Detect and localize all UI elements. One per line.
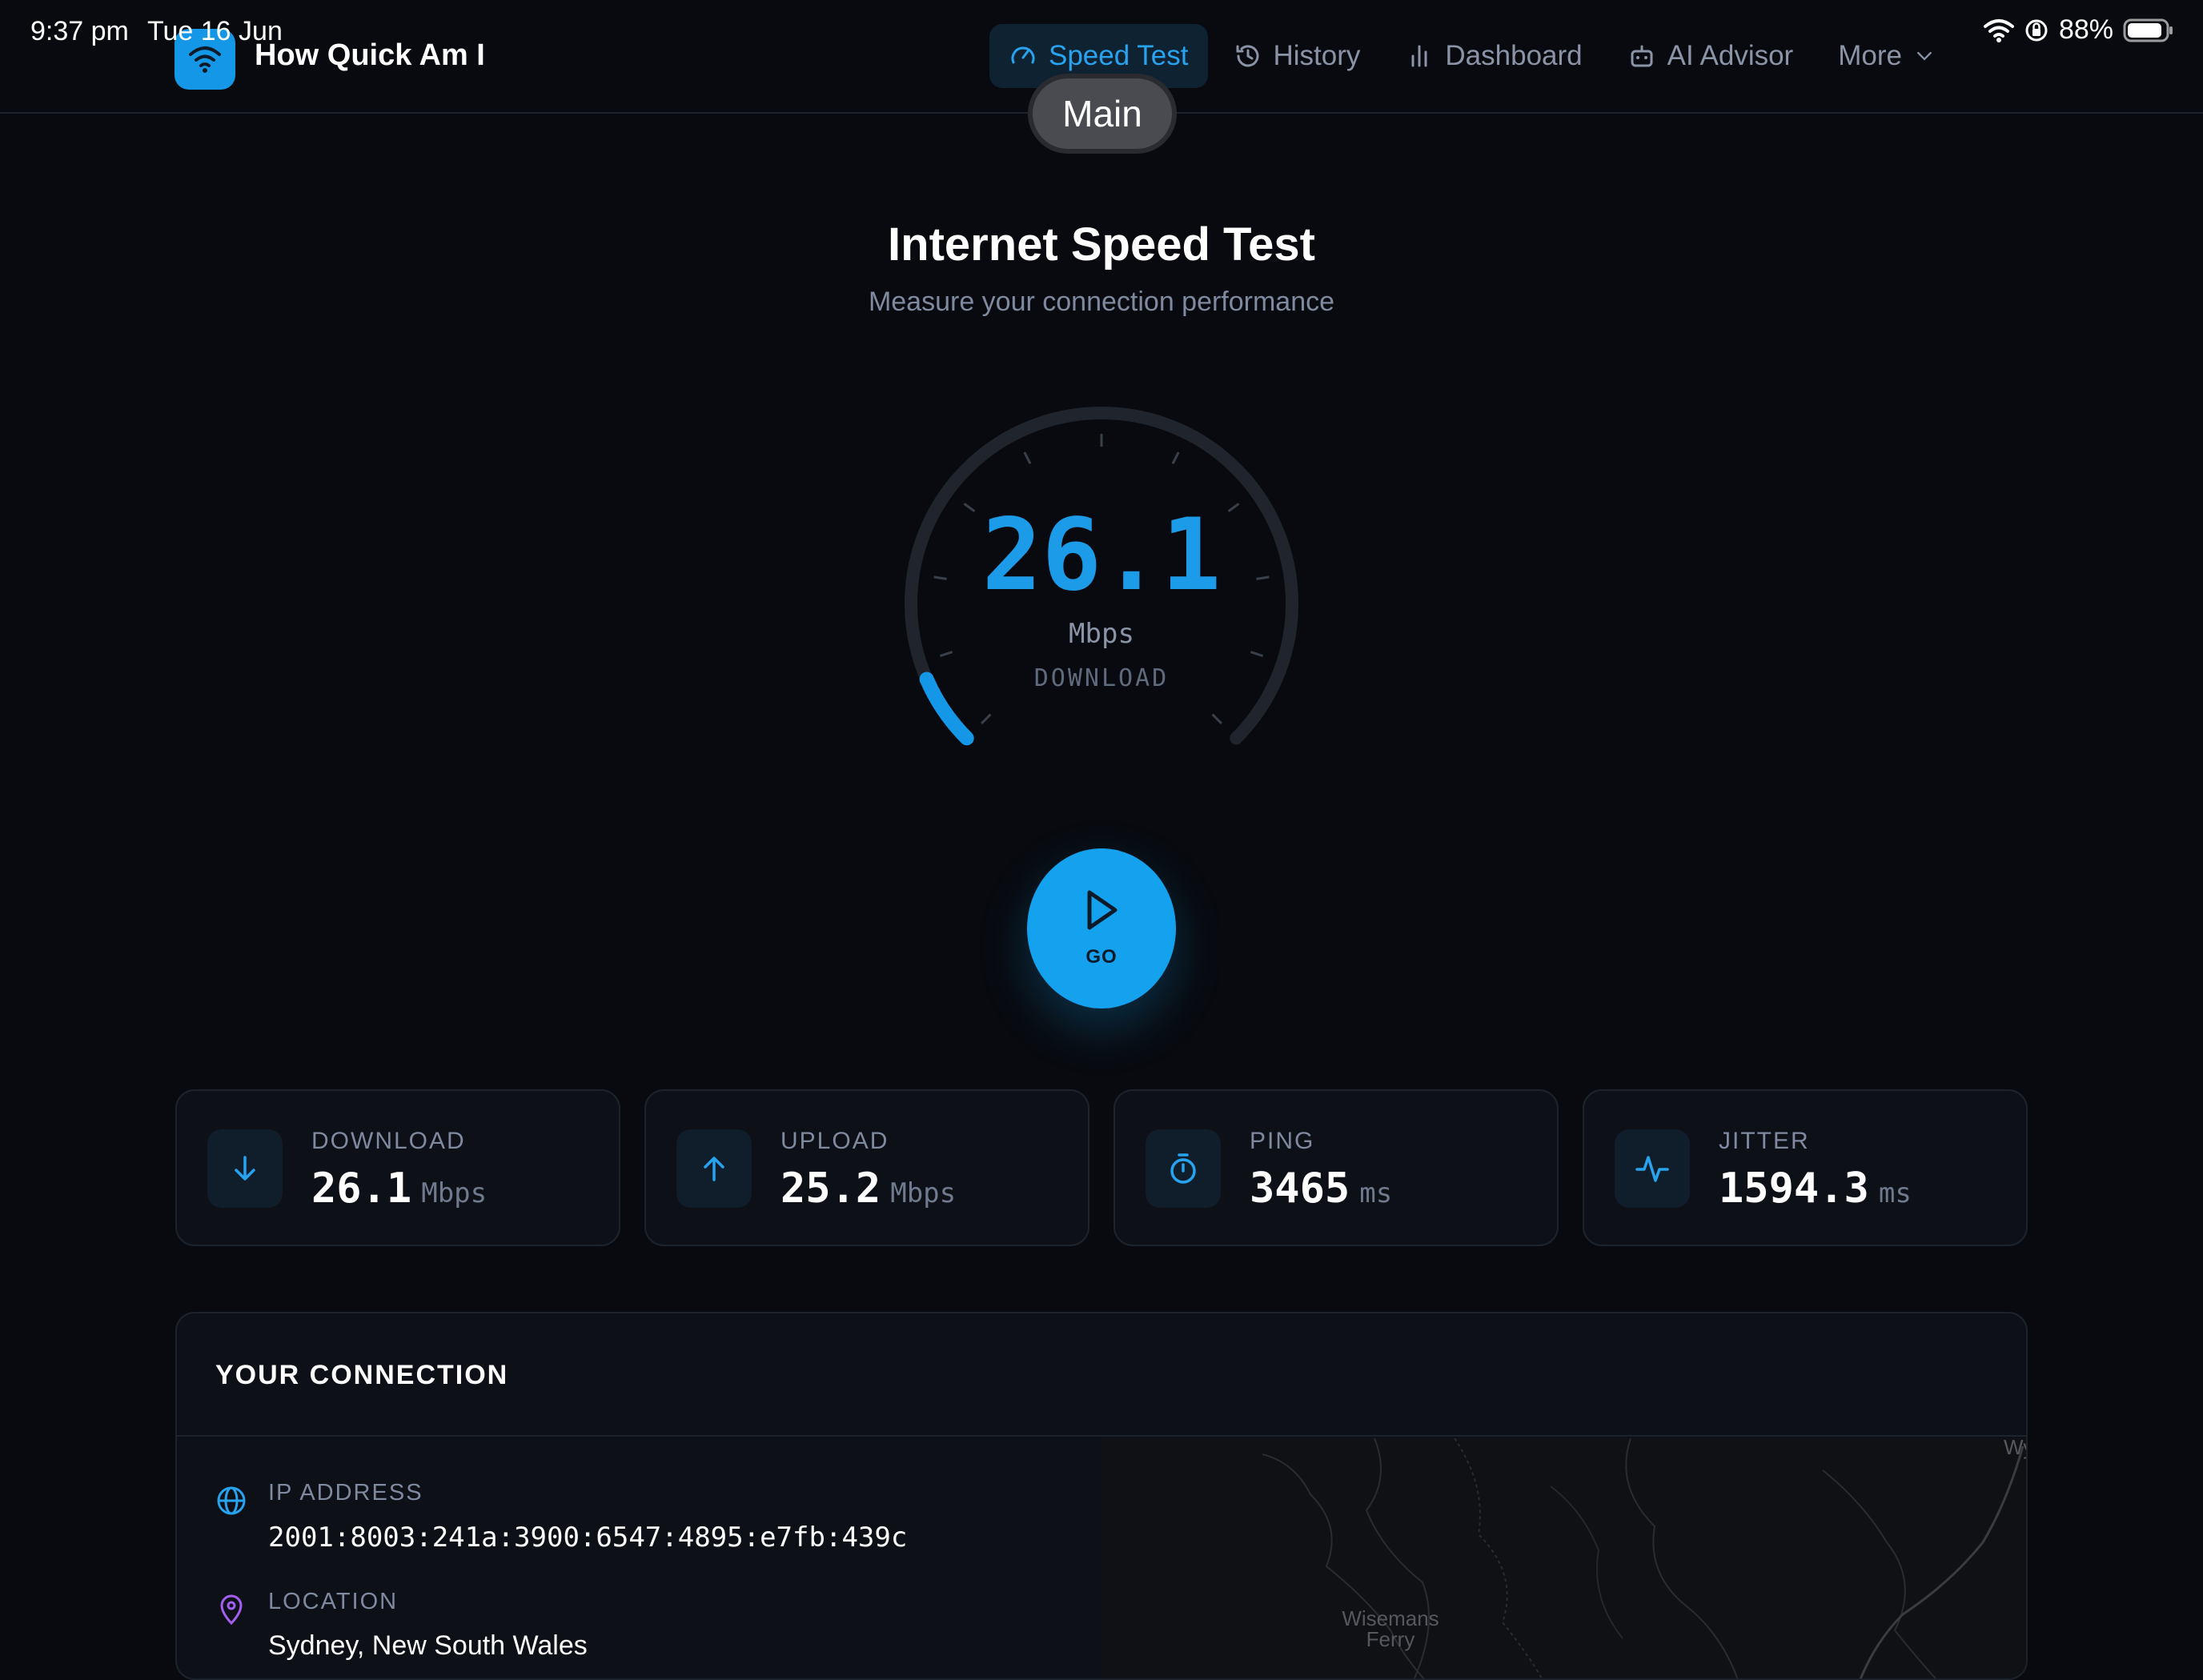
battery-percent: 88% xyxy=(2058,14,2113,45)
globe-icon xyxy=(217,1486,246,1515)
map-label-ferry: Ferry xyxy=(1366,1627,1415,1651)
metric-icon-box xyxy=(207,1129,283,1208)
gauge-label: DOWNLOAD xyxy=(1033,664,1170,692)
status-date: Tue 16 Jun xyxy=(147,16,283,46)
gauge-tick xyxy=(981,713,992,724)
metric-value-group: 1594.3 ms xyxy=(1719,1165,1912,1213)
metric-icon-box xyxy=(1146,1129,1221,1208)
arrow-up-icon xyxy=(704,1157,724,1181)
metric-card-upload: UPLOAD 25.2 Mbps xyxy=(644,1089,1089,1246)
metric-value-group: 26.1 Mbps xyxy=(311,1165,487,1213)
metric-label: UPLOAD xyxy=(780,1128,889,1154)
stopwatch-icon xyxy=(1170,1153,1196,1184)
orientation-lock-icon xyxy=(2025,19,2048,41)
status-time: 9:37 pm xyxy=(30,16,129,46)
wifi-icon xyxy=(1983,18,2014,42)
activity-icon xyxy=(1635,1156,1669,1182)
gauge-tick xyxy=(1171,451,1180,465)
main-window-pill[interactable]: Main xyxy=(1028,74,1177,154)
map-terrain: Wisemans Ferry Wy xyxy=(1262,1435,2028,1678)
map-pin-icon xyxy=(220,1594,243,1626)
page-title: Internet Speed Test xyxy=(888,219,1315,271)
connection-header: YOUR CONNECTION xyxy=(177,1313,2026,1437)
battery-icon xyxy=(2123,18,2173,42)
metric-unit: Mbps xyxy=(421,1177,488,1209)
status-indicators: 88% xyxy=(1983,14,2174,46)
page-subtitle: Measure your connection performance xyxy=(868,287,1335,317)
map-label-wy: Wy xyxy=(2004,1438,2028,1459)
metric-value: 1594.3 xyxy=(1719,1165,1869,1213)
location-label: LOCATION xyxy=(268,1589,399,1614)
gauge-tick xyxy=(1250,651,1264,657)
metric-value-group: 3465 ms xyxy=(1250,1165,1392,1213)
metric-label: DOWNLOAD xyxy=(311,1128,466,1154)
connection-panel: YOUR CONNECTION IP ADDRESS 2001:8003:241… xyxy=(175,1312,2028,1680)
go-button-label: GO xyxy=(1085,946,1118,968)
metric-icon-box xyxy=(676,1129,752,1208)
ip-address-label: IP ADDRESS xyxy=(268,1480,423,1506)
status-bar: 9:37 pm Tue 16 Jun 88% xyxy=(0,0,2203,64)
play-icon xyxy=(1087,890,1118,930)
metric-unit: Mbps xyxy=(890,1177,957,1209)
arrow-down-icon xyxy=(235,1156,255,1181)
gauge-value: 26.1 xyxy=(981,498,1222,613)
metric-card-ping: PING 3465 ms xyxy=(1114,1089,1559,1246)
metric-value: 3465 xyxy=(1250,1165,1350,1213)
gauge-tick xyxy=(939,651,953,657)
metric-label: PING xyxy=(1250,1128,1315,1154)
gauge-unit: Mbps xyxy=(1069,618,1134,650)
location-map[interactable]: Wisemans Ferry Wy xyxy=(1102,1435,2028,1678)
metric-value: 26.1 xyxy=(311,1165,412,1213)
gauge-tick xyxy=(1023,451,1032,465)
location-value: Sydney, New South Wales xyxy=(268,1630,588,1661)
ip-address-value: 2001:8003:241a:3900:6547:4895:e7fb:439c xyxy=(268,1522,908,1554)
connection-title: YOUR CONNECTION xyxy=(215,1360,509,1390)
metric-value: 25.2 xyxy=(780,1165,881,1213)
metric-card-jitter: JITTER 1594.3 ms xyxy=(1583,1089,2028,1246)
gauge-tick xyxy=(1211,713,1222,724)
metric-value-group: 25.2 Mbps xyxy=(780,1165,956,1213)
metric-label: JITTER xyxy=(1719,1128,1810,1154)
metrics-row: DOWNLOAD 26.1 Mbps UPLOAD 25.2 Mbps PING… xyxy=(175,1089,2028,1246)
metric-card-download: DOWNLOAD 26.1 Mbps xyxy=(175,1089,620,1246)
metric-unit: ms xyxy=(1878,1177,1912,1209)
metric-icon-box xyxy=(1615,1129,1690,1208)
go-button[interactable]: GO xyxy=(1027,848,1176,1008)
metric-unit: ms xyxy=(1359,1177,1393,1209)
